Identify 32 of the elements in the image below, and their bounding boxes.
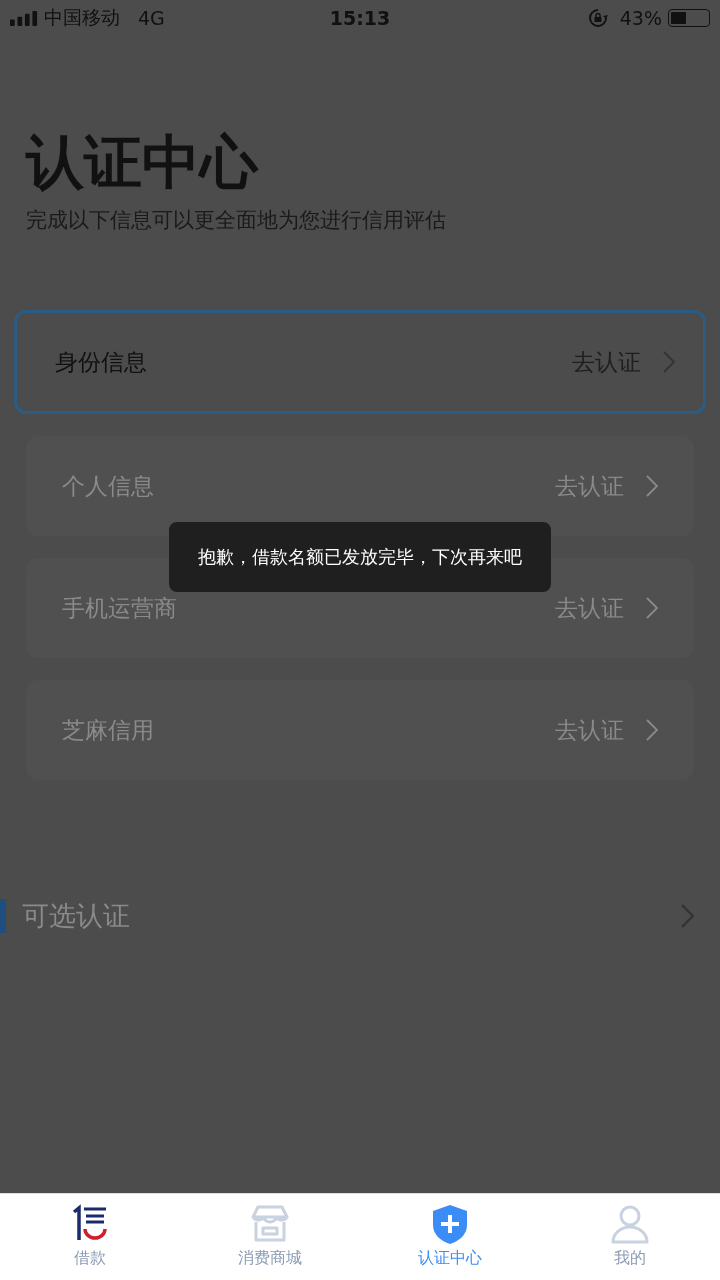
chevron-icon (646, 719, 658, 741)
verification-item[interactable]: 芝麻信用 去认证 (26, 680, 694, 780)
network-type: 4G (138, 7, 165, 29)
section-label: 可选认证 (22, 899, 131, 933)
item-action: 去认证 (555, 471, 624, 501)
item-label: 个人信息 (62, 471, 155, 501)
item-action: 去认证 (555, 593, 624, 623)
item-label: 芝麻信用 (62, 715, 155, 745)
battery-percent: 43% (619, 7, 662, 29)
shield-plus-icon (430, 1204, 470, 1244)
tab-item[interactable]: 认证中心 (360, 1194, 540, 1280)
carrier-name: 中国移动 (44, 5, 120, 30)
chevron-icon[interactable] (681, 904, 694, 928)
verification-item[interactable]: 个人信息 去认证 (26, 436, 694, 536)
message-toast: 抱歉，借款名额已发放完毕，下次再来吧 (169, 522, 551, 592)
page-title: 认证中心 (26, 127, 260, 198)
rotation-lock-icon (587, 8, 608, 28)
clock-time: 15:13 (329, 7, 391, 29)
tab-item[interactable]: 消费商城 (180, 1194, 360, 1280)
store-icon (250, 1204, 290, 1244)
battery-icon (668, 9, 710, 27)
item-label: 手机运营商 (62, 593, 178, 623)
item-label: 身份信息 (55, 347, 148, 377)
section-marker (0, 899, 6, 933)
tab-item[interactable]: 我的 (540, 1194, 720, 1280)
signal-icon (10, 10, 38, 26)
chevron-icon (663, 351, 675, 373)
tab-item[interactable]: 借款 (0, 1194, 180, 1280)
item-action: 去认证 (555, 715, 624, 745)
chevron-icon (646, 475, 658, 497)
user-icon (610, 1204, 650, 1244)
chevron-icon (646, 597, 658, 619)
